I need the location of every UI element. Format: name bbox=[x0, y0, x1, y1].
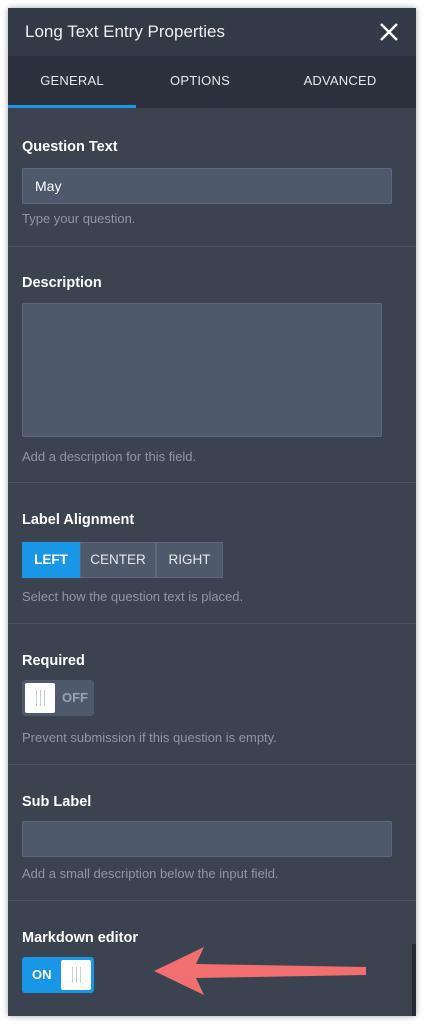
description-section: Description Add a description for this f… bbox=[8, 247, 416, 483]
panel-header: Long Text Entry Properties bbox=[8, 8, 416, 56]
sub-label-input[interactable] bbox=[22, 821, 392, 857]
tab-bar: GENERAL OPTIONS ADVANCED bbox=[8, 56, 416, 108]
required-section: Required OFF Prevent submission if this … bbox=[8, 624, 416, 765]
label-alignment-section: Label Alignment LEFT CENTER RIGHT Select… bbox=[8, 483, 416, 624]
sub-label-label: Sub Label bbox=[22, 794, 92, 810]
label-alignment-hint: Select how the question text is placed. bbox=[22, 589, 244, 604]
panel-title: Long Text Entry Properties bbox=[25, 22, 226, 41]
question-text-section: Question Text May Type your question. bbox=[8, 108, 416, 247]
toggle-knob bbox=[61, 960, 91, 990]
description-hint: Add a description for this field. bbox=[22, 449, 197, 464]
properties-panel: Long Text Entry Properties GENERAL OPTIO… bbox=[8, 8, 416, 1016]
question-text-input[interactable]: May bbox=[22, 168, 392, 204]
annotation-arrow-icon bbox=[154, 947, 366, 995]
align-center-button[interactable]: CENTER bbox=[80, 542, 156, 578]
description-label: Description bbox=[22, 275, 102, 291]
markdown-editor-label: Markdown editor bbox=[22, 930, 139, 946]
scrollbar[interactable] bbox=[412, 944, 416, 1016]
description-textarea[interactable] bbox=[22, 303, 382, 437]
required-hint: Prevent submission if this question is e… bbox=[22, 730, 277, 745]
toggle-knob bbox=[25, 683, 55, 713]
markdown-toggle-state: ON bbox=[32, 967, 52, 982]
align-left-button[interactable]: LEFT bbox=[22, 542, 80, 578]
required-toggle[interactable]: OFF bbox=[22, 680, 94, 716]
sub-label-hint: Add a small description below the input … bbox=[22, 866, 279, 881]
sub-label-section: Sub Label Add a small description below … bbox=[8, 765, 416, 901]
markdown-editor-toggle[interactable]: ON bbox=[22, 957, 94, 993]
align-right-button[interactable]: RIGHT bbox=[156, 542, 223, 578]
required-toggle-state: OFF bbox=[62, 690, 88, 705]
tab-general[interactable]: GENERAL bbox=[8, 56, 136, 108]
required-label: Required bbox=[22, 653, 85, 669]
label-alignment-label: Label Alignment bbox=[22, 512, 135, 528]
question-text-label: Question Text bbox=[22, 139, 118, 155]
question-text-hint: Type your question. bbox=[22, 211, 136, 226]
label-alignment-group: LEFT CENTER RIGHT bbox=[22, 542, 223, 578]
close-icon[interactable] bbox=[378, 21, 400, 43]
tab-options[interactable]: OPTIONS bbox=[136, 56, 264, 108]
tab-advanced[interactable]: ADVANCED bbox=[264, 56, 416, 108]
